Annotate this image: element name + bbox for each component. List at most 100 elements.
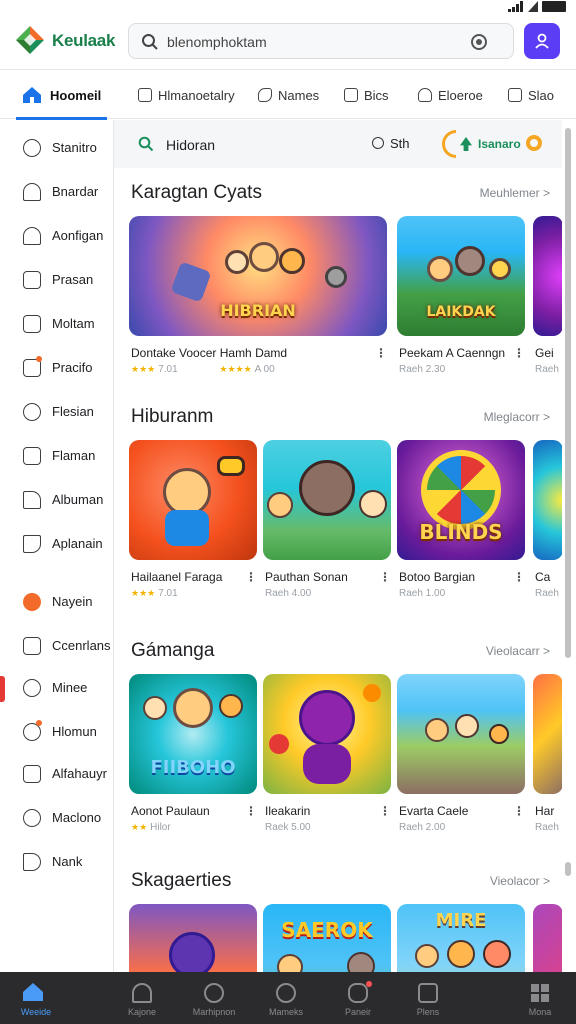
game-meta: Raeh 1.00 <box>399 588 446 599</box>
game-card[interactable]: SAEROK <box>263 904 391 972</box>
sidebar-item-stanitro[interactable]: Stanitro <box>0 128 114 168</box>
nav-weeide[interactable]: Weeide <box>0 972 72 1024</box>
tab-slao[interactable]: Slao <box>508 71 554 119</box>
location-chip[interactable]: Isanaro <box>442 129 550 159</box>
section-title: Skagaerties <box>131 870 232 891</box>
more-options-icon[interactable]: ⋮ <box>513 804 525 818</box>
game-card[interactable]: Pauthan Sonan Raeh 4.00 ⋮ <box>263 440 391 599</box>
see-more-link[interactable]: Mleglacorr > <box>484 410 550 424</box>
sidebar-item-alfahauyr[interactable]: Alfahauyr <box>0 754 114 794</box>
game-thumbnail[interactable] <box>129 440 257 560</box>
more-options-icon[interactable]: ⋮ <box>513 346 525 360</box>
nav-mameks[interactable]: Mameks <box>250 972 322 1024</box>
lens-icon[interactable] <box>471 34 487 50</box>
game-thumbnail[interactable] <box>533 216 562 336</box>
game-card[interactable]: BLINDS Botoo Bargian Raeh 1.00 ⋮ <box>397 440 525 599</box>
more-options-icon[interactable]: ⋮ <box>245 804 257 818</box>
game-card[interactable]: Har Raeh <box>533 674 562 833</box>
game-thumbnail[interactable] <box>263 440 391 560</box>
sidebar-item-flesian[interactable]: Flesian <box>0 392 114 432</box>
game-card[interactable]: Evarta Caele Raeh 2.00 ⋮ <box>397 674 525 833</box>
game-title: Peekam A Caenngn <box>399 346 506 360</box>
sidebar-item-maclono[interactable]: Maclono <box>0 798 114 838</box>
nav-paneir[interactable]: Paneir <box>322 972 394 1024</box>
nav-kajone[interactable]: Kajone <box>106 972 178 1024</box>
tab-label: Slao <box>528 87 555 103</box>
sidebar-item-moltam[interactable]: Moltam <box>0 304 114 344</box>
sidebar-item-nayein[interactable]: Nayein <box>0 582 114 622</box>
game-thumbnail[interactable]: MIRE <box>397 904 525 972</box>
tab-hlmanoetalry[interactable]: Hlmanoetalry <box>138 71 235 119</box>
nav-marhipnon[interactable]: Marhipnon <box>178 972 250 1024</box>
search-icon[interactable] <box>138 136 154 152</box>
sidebar-item-nank[interactable]: Nank <box>0 842 114 882</box>
sidebar-item-hlomun[interactable]: Hlomun <box>0 712 114 752</box>
sth-filter[interactable]: Sth <box>390 136 410 151</box>
game-card[interactable]: FIIBOHO Aonot Paulaun ★★ Hilor ⋮ <box>129 674 257 833</box>
sidebar-item-aplanain[interactable]: Aplanain <box>0 524 114 564</box>
game-thumbnail[interactable] <box>397 674 525 794</box>
game-card[interactable]: Hailaanel Faraga ★★★ 7.01 ⋮ <box>129 440 257 599</box>
chip-label: Isanaro <box>478 137 521 151</box>
game-thumbnail[interactable]: LAIKDAK <box>397 216 525 336</box>
thumbnail-title: SAEROK <box>281 918 373 942</box>
game-card[interactable]: Gei Raeh <box>533 216 562 375</box>
game-card[interactable]: HIBRIAN Dontake Voocer Hamh Damd ★★★ 7.01… <box>129 216 387 375</box>
sidebar-item-pracifo[interactable]: Pracifo <box>0 348 114 388</box>
notification-dot <box>36 356 42 362</box>
nav-mona[interactable]: Mona <box>504 972 576 1024</box>
game-card[interactable]: Ca Raeh <box>533 440 562 599</box>
game-thumbnail[interactable] <box>129 904 257 972</box>
folder-icon <box>23 765 41 783</box>
sidebar-item-prasan[interactable]: Prasan <box>0 260 114 300</box>
game-thumbnail[interactable] <box>263 674 391 794</box>
see-more-link[interactable]: Vieolacor > <box>490 874 550 888</box>
search-input[interactable] <box>167 30 457 54</box>
notification-dot <box>36 720 42 726</box>
more-options-icon[interactable]: ⋮ <box>379 804 391 818</box>
sidebar-item-aonfigan[interactable]: Aonfigan <box>0 216 114 256</box>
tab-home[interactable]: Hoomeil <box>15 71 108 120</box>
gear-icon[interactable] <box>526 135 542 151</box>
filter-label[interactable]: Hidoran <box>166 137 215 153</box>
game-thumbnail[interactable]: SAEROK <box>263 904 391 972</box>
game-thumbnail[interactable]: HIBRIAN <box>129 216 387 336</box>
game-card[interactable]: MIRE <box>397 904 525 972</box>
app-header: Keulaak <box>0 14 576 70</box>
sidebar-item-label: Aplanain <box>52 536 103 551</box>
game-thumbnail[interactable] <box>533 440 562 560</box>
game-thumbnail[interactable] <box>533 674 562 794</box>
sidebar-item-albuman[interactable]: Albuman <box>0 480 114 520</box>
scrollbar-thumb[interactable] <box>565 128 571 658</box>
more-options-icon[interactable]: ⋮ <box>245 570 257 584</box>
tab-bics[interactable]: Bics <box>344 71 389 119</box>
see-more-link[interactable]: Meuhlemer > <box>480 186 550 200</box>
sidebar-item-ccenrlans[interactable]: Ccenrlans <box>0 626 114 666</box>
tab-eloeroe[interactable]: Eloeroe <box>418 71 483 119</box>
section-title: Hiburanm <box>131 406 214 427</box>
scrollbar-handle[interactable] <box>565 862 571 876</box>
sidebar-item-bnardar[interactable]: Bnardar <box>0 172 114 212</box>
sidebar-item-flaman[interactable]: Flaman <box>0 436 114 476</box>
more-options-icon[interactable]: ⋮ <box>375 346 387 360</box>
tab-names[interactable]: Names <box>258 71 319 119</box>
game-card[interactable]: LAIKDAK Peekam A Caenngn Raeh 2.30 ⋮ <box>397 216 525 375</box>
sidebar-item-minee[interactable]: Minee <box>0 668 114 708</box>
game-title: Pauthan Sonan <box>265 570 348 584</box>
game-thumbnail[interactable] <box>533 904 562 972</box>
game-card[interactable] <box>533 904 562 972</box>
sidebar-item-label: Minee <box>52 680 88 695</box>
app-logo-icon[interactable] <box>14 24 46 56</box>
more-options-icon[interactable]: ⋮ <box>379 570 391 584</box>
game-thumbnail[interactable]: FIIBOHO <box>129 674 257 794</box>
search-box[interactable] <box>128 23 514 59</box>
profile-button[interactable] <box>524 23 560 59</box>
game-card[interactable]: Ileakarin Raek 5.00 ⋮ <box>263 674 391 833</box>
game-thumbnail[interactable]: BLINDS <box>397 440 525 560</box>
see-more-link[interactable]: Vieolacarr > <box>486 644 550 658</box>
nav-plens[interactable]: Plens <box>392 972 464 1024</box>
more-options-icon[interactable]: ⋮ <box>513 570 525 584</box>
game-title: Ca <box>535 570 551 584</box>
camera-icon <box>348 983 368 1003</box>
game-card[interactable] <box>129 904 257 972</box>
